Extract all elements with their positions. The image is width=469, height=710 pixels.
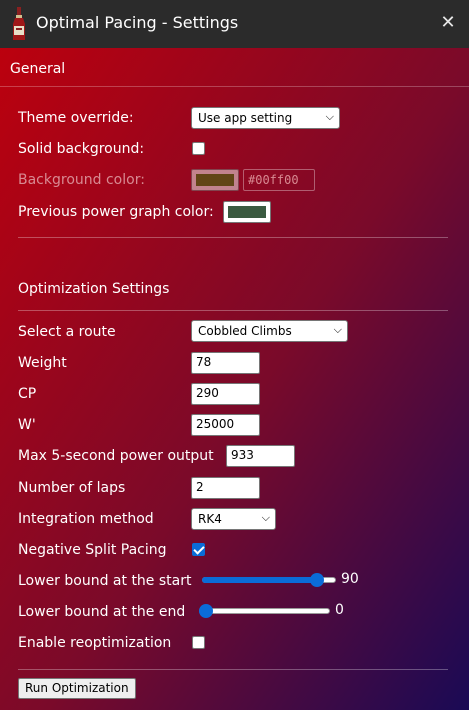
reoptimization-checkbox[interactable] <box>192 636 205 649</box>
lower-bound-start-value: 90 <box>341 571 359 587</box>
cp-label: CP <box>18 386 37 402</box>
theme-override-label: Theme override: <box>18 110 134 126</box>
integration-select[interactable]: RK4 ⌵ <box>191 508 276 530</box>
prev-power-color-row: Previous power graph color: <box>18 200 214 224</box>
background-color-hex-input: #00ff00 <box>243 169 315 191</box>
lower-bound-end-label: Lower bound at the end <box>18 604 186 620</box>
window-title: Optimal Pacing - Settings <box>36 13 239 32</box>
title-bar: Optimal Pacing - Settings ✕ <box>0 0 469 48</box>
slider-thumb[interactable] <box>199 604 213 618</box>
lower-bound-start-slider[interactable] <box>202 572 336 588</box>
background-color-fill <box>196 174 234 186</box>
route-row: Select a route <box>18 320 116 344</box>
bottom-divider <box>18 669 448 670</box>
prev-power-color-label: Previous power graph color: <box>18 204 214 220</box>
theme-override-value: Use app setting <box>198 111 293 125</box>
integration-row: Integration method <box>18 507 154 531</box>
optimization-divider <box>18 310 448 311</box>
negative-split-label: Negative Split Pacing <box>18 542 167 558</box>
slider-fill <box>202 577 317 583</box>
lower-bound-end-slider[interactable] <box>199 603 330 619</box>
lower-bound-start-row: Lower bound at the start <box>18 569 191 593</box>
max-5s-power-input[interactable]: 933 <box>226 445 295 467</box>
lower-bound-end-value: 0 <box>335 602 344 618</box>
general-heading: General <box>10 61 66 77</box>
close-icon[interactable]: ✕ <box>435 10 461 36</box>
solid-background-row: Solid background: <box>18 137 144 161</box>
prev-power-color-swatch[interactable] <box>223 201 271 223</box>
chevron-down-icon: ⌵ <box>325 110 334 123</box>
weight-input[interactable]: 78 <box>191 352 260 374</box>
integration-label: Integration method <box>18 511 154 527</box>
background-color-label: Background color: <box>18 172 145 188</box>
weight-row: Weight <box>18 351 67 375</box>
wine-bottle-icon <box>13 7 25 40</box>
theme-override-select[interactable]: Use app setting ⌵ <box>191 107 340 129</box>
w-prime-input[interactable]: 25000 <box>191 414 260 436</box>
theme-override-row: Theme override: <box>18 106 134 130</box>
route-select[interactable]: Cobbled Climbs ⌵ <box>191 320 348 342</box>
weight-label: Weight <box>18 355 67 371</box>
cp-row: CP <box>18 382 36 406</box>
negative-split-checkbox[interactable] <box>192 543 205 556</box>
prev-power-color-fill <box>228 206 266 218</box>
route-label: Select a route <box>18 324 116 340</box>
run-optimization-button[interactable]: Run Optimization <box>18 678 136 699</box>
chevron-down-icon: ⌵ <box>261 511 270 524</box>
laps-row: Number of laps <box>18 476 125 500</box>
integration-value: RK4 <box>198 512 222 526</box>
route-value: Cobbled Climbs <box>198 324 292 338</box>
cp-input[interactable]: 290 <box>191 383 260 405</box>
background-color-row: Background color: <box>18 168 145 192</box>
max-5s-power-row: Max 5-second power output <box>18 444 214 468</box>
chevron-down-icon: ⌵ <box>333 323 342 336</box>
max-5s-power-label: Max 5-second power output <box>18 448 214 464</box>
reoptimization-row: Enable reoptimization <box>18 631 171 655</box>
lower-bound-start-label: Lower bound at the start <box>18 573 192 589</box>
slider-thumb[interactable] <box>310 573 324 587</box>
general-divider <box>0 86 469 87</box>
general-bottom-divider <box>18 237 448 238</box>
w-prime-label: W' <box>18 417 36 433</box>
optimization-heading: Optimization Settings <box>18 281 170 297</box>
lower-bound-end-row: Lower bound at the end <box>18 600 185 624</box>
laps-input[interactable]: 2 <box>191 477 260 499</box>
solid-background-checkbox[interactable] <box>192 142 205 155</box>
solid-background-label: Solid background: <box>18 141 145 157</box>
negative-split-row: Negative Split Pacing <box>18 538 167 562</box>
slider-track <box>199 608 330 614</box>
w-prime-row: W' <box>18 413 36 437</box>
background-color-swatch <box>191 169 239 191</box>
laps-label: Number of laps <box>18 480 126 496</box>
reoptimization-label: Enable reoptimization <box>18 635 172 651</box>
